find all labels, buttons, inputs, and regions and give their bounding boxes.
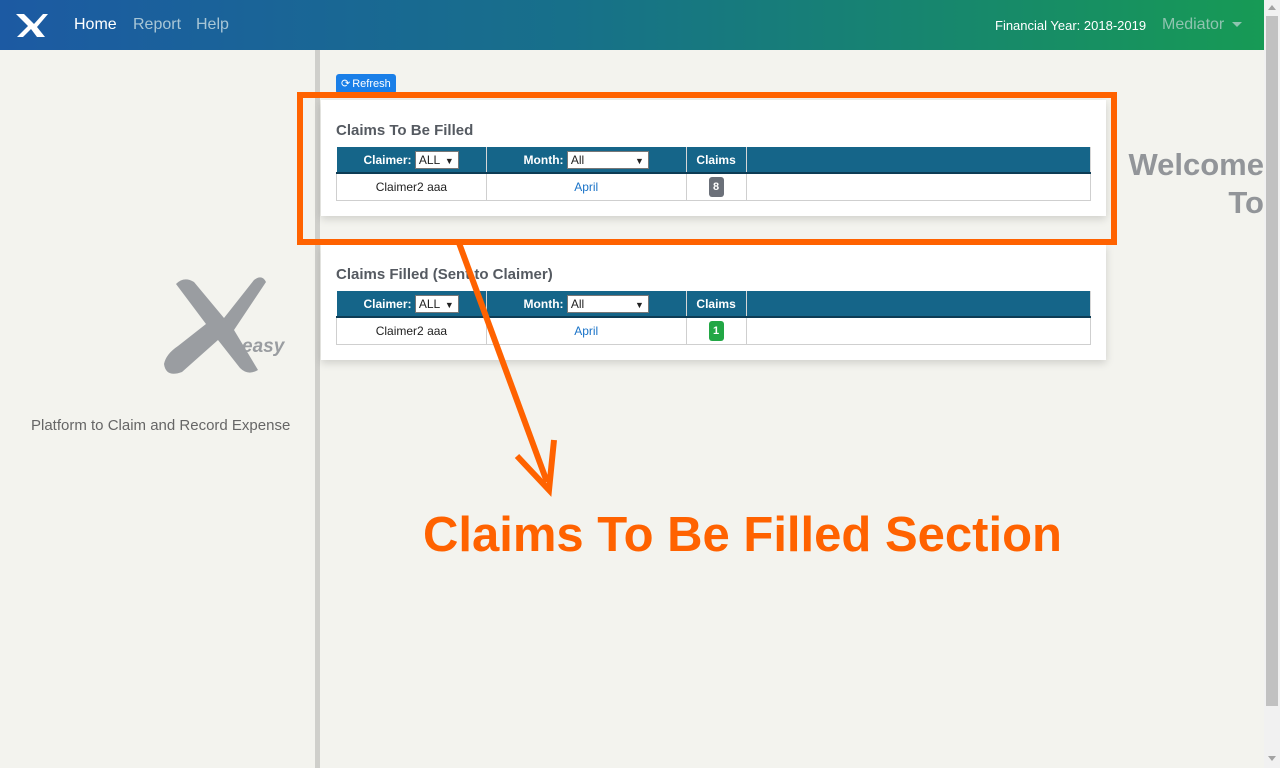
scroll-down-icon[interactable] — [1268, 756, 1276, 761]
annotation-caption: Claims To Be Filled Section — [423, 508, 1062, 562]
vertical-scrollbar[interactable] — [1264, 0, 1280, 768]
scroll-up-icon[interactable] — [1268, 5, 1276, 10]
annotation-arrow — [456, 241, 557, 497]
scrollbar-thumb[interactable] — [1266, 16, 1278, 706]
